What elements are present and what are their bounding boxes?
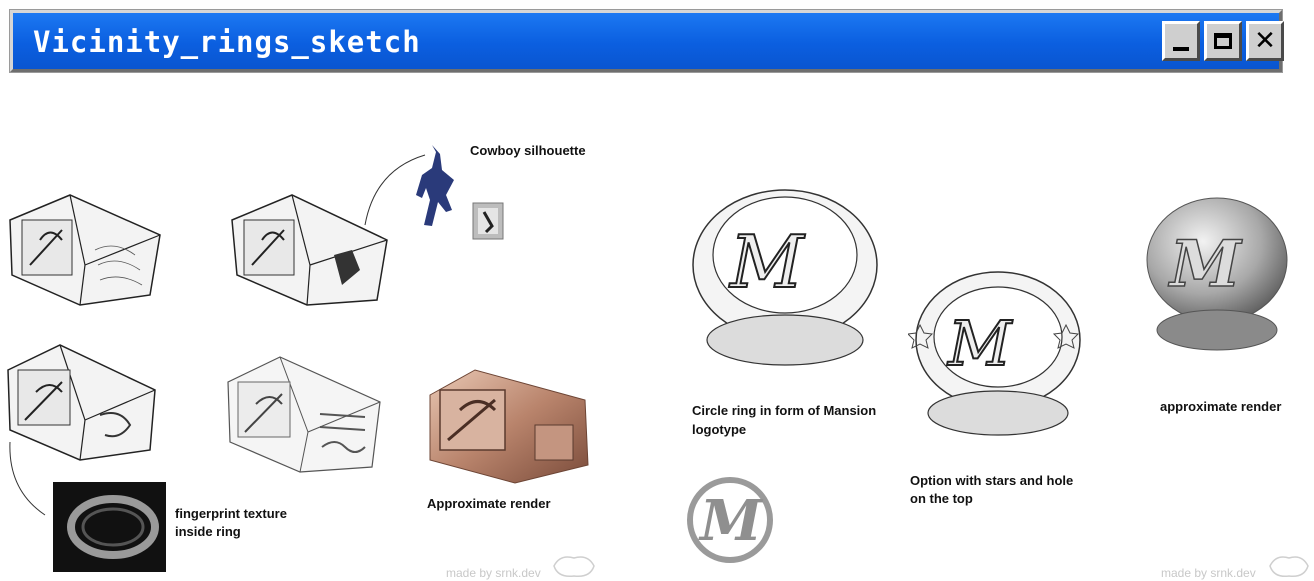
square-ring-sketch-fingerprint [9,194,161,306]
watermark-left: made by srnk.dev [446,566,541,580]
circle-ring-label-line1: Circle ring in form of Mansion [692,403,877,418]
window-title: Vicinity_rings_sketch [33,25,421,59]
minimize-button[interactable] [1162,21,1200,61]
watermark-right: made by srnk.dev [1161,566,1256,580]
fingerprint-connector-line [9,441,46,516]
circle-ring-stars-sketch: M [908,271,1081,436]
fingerprint-ring-icon [67,495,159,559]
circle-ring-label-line2: logotype [692,422,747,437]
stars-option-label-line2: on the top [910,491,973,506]
circle-ring-approx-render: M [1146,197,1288,351]
minimize-icon [1173,47,1189,51]
square-ring-sketch-vicinity-co [227,356,381,473]
stars-option-label-line1: Option with stars and hole [910,473,1074,488]
svg-text:M: M [1168,227,1243,302]
close-button[interactable]: ✕ [1246,21,1284,61]
maximize-icon [1214,33,1232,49]
svg-text:M: M [947,307,1013,380]
approx-render-circle-label: approximate render [1160,399,1282,414]
svg-text:M: M [728,220,806,304]
close-icon: ✕ [1254,26,1276,56]
sketch-canvas: Cowboy silhouette fingerprint texture in… [0,80,1314,581]
cowboy-ring-render-thumbnail [472,202,504,240]
maximize-button[interactable] [1204,21,1242,61]
fingerprint-label-line1: fingerprint texture [175,506,287,521]
square-ring-approx-render [429,369,589,484]
fingerprint-ring-photo [53,482,166,572]
window-titlebar[interactable]: Vicinity_rings_sketch ✕ [9,9,1284,73]
hand-logo-icon [1269,556,1309,578]
svg-text:M: M [698,488,764,554]
hand-logo-icon [553,556,595,578]
mansion-logo-icon: M [687,477,773,563]
cowboy-silhouette-image [416,145,454,226]
cowboy-silhouette-label: Cowboy silhouette [470,143,586,158]
fingerprint-label-line2: inside ring [175,524,241,539]
circle-ring-sketch: M [692,189,878,366]
approx-render-square-label: Approximate render [427,496,551,511]
